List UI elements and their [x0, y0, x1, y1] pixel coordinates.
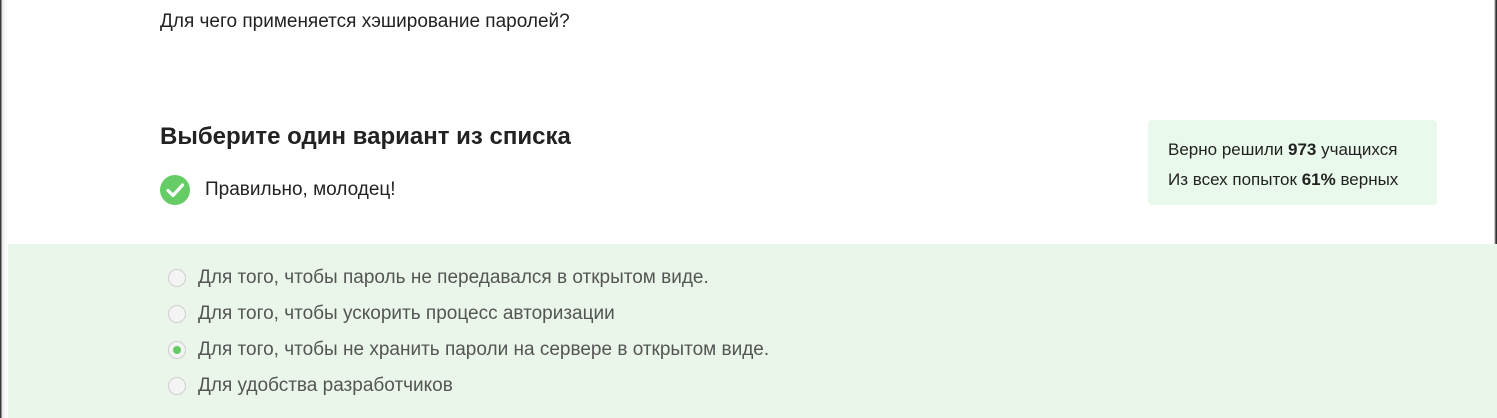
- stats-success-rate: 61%: [1301, 170, 1336, 189]
- stats-solved-line: Верно решили 973 учащихся: [1168, 135, 1437, 165]
- stats-solved-suffix: учащихся: [1321, 140, 1398, 159]
- option-label[interactable]: Для того, чтобы пароль не передавался в …: [198, 267, 709, 289]
- radio-button[interactable]: [168, 377, 186, 395]
- section-title: Выберите один вариант из списка: [160, 123, 571, 150]
- options-panel: Для того, чтобы пароль не передавался в …: [8, 244, 1497, 418]
- option-label[interactable]: Для того, чтобы ускорить процесс авториз…: [198, 303, 615, 325]
- stats-rate-suffix: верных: [1340, 170, 1399, 189]
- left-edge-shadow: [0, 0, 8, 418]
- check-circle-icon: [160, 175, 190, 205]
- radio-button[interactable]: [168, 269, 186, 287]
- option-item[interactable]: Для того, чтобы пароль не передавался в …: [168, 265, 709, 291]
- radio-button[interactable]: [168, 341, 186, 359]
- feedback-correct: Правильно, молодец!: [160, 175, 396, 205]
- option-label[interactable]: Для того, чтобы не хранить пароли на сер…: [198, 339, 769, 361]
- option-item[interactable]: Для того, чтобы ускорить процесс авториз…: [168, 301, 615, 327]
- stats-solved-count: 973: [1288, 140, 1317, 159]
- question-text: Для чего применяется хэширование паролей…: [160, 11, 570, 32]
- stats-panel: Верно решили 973 учащихся Из всех попыто…: [1148, 120, 1437, 205]
- stats-rate-prefix: Из всех попыток: [1168, 170, 1297, 189]
- feedback-text: Правильно, молодец!: [205, 179, 396, 200]
- option-item[interactable]: Для удобства разработчиков: [168, 373, 453, 399]
- option-label[interactable]: Для удобства разработчиков: [198, 375, 453, 397]
- option-item[interactable]: Для того, чтобы не хранить пароли на сер…: [168, 337, 769, 363]
- radio-button[interactable]: [168, 305, 186, 323]
- stats-rate-line: Из всех попыток 61% верных: [1168, 165, 1437, 195]
- stats-solved-prefix: Верно решили: [1168, 140, 1284, 159]
